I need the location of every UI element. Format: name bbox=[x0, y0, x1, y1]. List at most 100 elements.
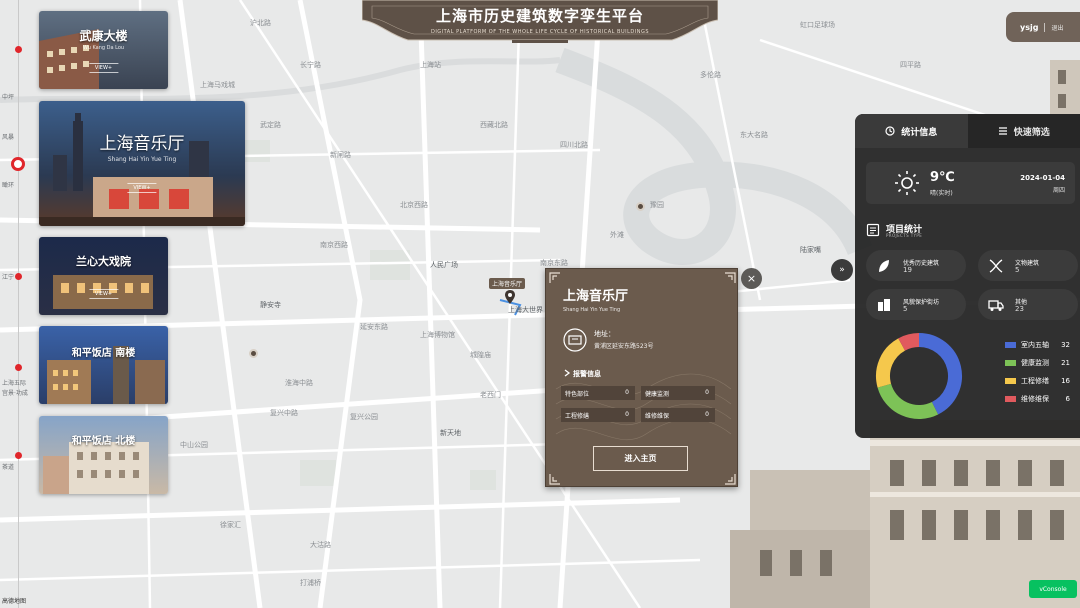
address-value: 黄浦区延安东路523号 bbox=[594, 343, 654, 350]
stat-other[interactable]: 其他 23 bbox=[978, 289, 1078, 320]
legend-item: 工程修缮 16 bbox=[1005, 376, 1080, 386]
user-bar: ysjg 退出 bbox=[1006, 12, 1080, 42]
relic-icon bbox=[989, 259, 1003, 273]
map-label: 新闸路 bbox=[330, 151, 351, 159]
legend-swatch bbox=[1005, 378, 1016, 384]
alarm-item[interactable]: 维修维保 0 bbox=[641, 408, 715, 422]
building-card-peace-hotel-north[interactable]: 和平饭店 北楼 bbox=[39, 416, 168, 494]
map-label: 延安东路 bbox=[360, 323, 388, 331]
map-label: 外滩 bbox=[610, 231, 624, 239]
stat-value: 5 bbox=[903, 305, 908, 313]
alarm-item-value: 0 bbox=[625, 389, 629, 396]
building-card-peace-hotel-south[interactable]: 和平饭店 南楼 bbox=[39, 326, 168, 404]
alarm-item-value: 0 bbox=[625, 411, 629, 418]
map-label: 东大名路 bbox=[740, 131, 768, 139]
alarm-item-value: 0 bbox=[705, 389, 709, 396]
card-title: 兰心大戏院 bbox=[76, 255, 131, 268]
tab-stats-label: 统计信息 bbox=[901, 127, 938, 138]
map-label: 老西门 bbox=[480, 391, 501, 399]
enter-homepage-button[interactable]: 进入主页 bbox=[593, 446, 688, 471]
vconsole-button[interactable]: vConsole bbox=[1029, 580, 1077, 598]
stat-excellent-historic[interactable]: 优秀历史建筑 19 bbox=[866, 250, 966, 281]
map-label: 北京西路 bbox=[400, 201, 428, 209]
legend-label: 健康监测 bbox=[1021, 359, 1049, 367]
map-marker[interactable] bbox=[249, 349, 258, 358]
stat-value: 23 bbox=[1015, 305, 1024, 313]
timeline-side-label: 瞰环 bbox=[2, 182, 15, 189]
card-view-button[interactable]: VIEW+ bbox=[88, 63, 119, 73]
card-title: 武康大楼 bbox=[79, 29, 128, 43]
map-label: 徐家汇 bbox=[220, 521, 241, 529]
tab-filter[interactable]: 快速筛选 bbox=[967, 114, 1080, 148]
map-marker[interactable] bbox=[636, 202, 645, 211]
tab-filter-label: 快速筛选 bbox=[1013, 127, 1050, 138]
legend-value: 21 bbox=[1061, 359, 1070, 367]
timeline-dot-active[interactable] bbox=[11, 157, 25, 171]
logout-button[interactable]: 退出 bbox=[1051, 23, 1063, 32]
building-thumbnail bbox=[47, 346, 165, 404]
weather-date: 2024-01-04 bbox=[1020, 174, 1065, 182]
map-label: 中山公园 bbox=[180, 441, 208, 449]
map-label: 豫园 bbox=[650, 201, 664, 209]
legend-label: 维修维保 bbox=[1021, 395, 1049, 403]
address-label: 地址： bbox=[594, 330, 615, 338]
stat-value: 5 bbox=[1015, 266, 1020, 274]
donut-slice-0 bbox=[918, 333, 962, 415]
legend-value: 16 bbox=[1061, 377, 1070, 385]
timeline-dot[interactable] bbox=[15, 452, 22, 459]
legend-item: 健康监测 21 bbox=[1005, 358, 1080, 368]
section-subtitle: PROJECTS TYPE bbox=[886, 233, 923, 238]
timeline-dot[interactable] bbox=[15, 46, 22, 53]
weather-temp: 9℃ bbox=[930, 170, 955, 185]
alarm-title: 报警信息 bbox=[573, 370, 601, 378]
stat-name: 风貌保护街坊 bbox=[903, 299, 940, 306]
card-title: 和平饭店 北楼 bbox=[71, 436, 136, 447]
building-card-lyceum[interactable]: 兰心大戏院 VIEW+ bbox=[39, 237, 168, 315]
app-subtitle: DIGITAL PLATFORM OF THE WHOLE LIFE CYCLE… bbox=[430, 29, 650, 35]
card-view-button[interactable]: VIEW+ bbox=[88, 289, 119, 299]
card-title: 和平饭店 南楼 bbox=[71, 348, 136, 359]
alarm-item[interactable]: 特色部位 0 bbox=[561, 386, 635, 400]
card-view-button[interactable]: VIEW+ bbox=[127, 183, 157, 193]
panel-tabs: 统计信息 快速筛选 bbox=[855, 114, 1080, 148]
map-label: 南京东路 bbox=[540, 259, 568, 267]
map-label: 静安寺 bbox=[260, 301, 281, 309]
map-label: 沪北路 bbox=[250, 19, 271, 27]
map-label: 长宁路 bbox=[300, 61, 321, 69]
alarm-item[interactable]: 工程修缮 0 bbox=[561, 408, 635, 422]
timeline-side-label: 风暴 bbox=[2, 134, 15, 141]
truck-icon bbox=[988, 300, 1004, 311]
map-label: 四平路 bbox=[900, 61, 921, 69]
timeline-side-label: 上海五际 bbox=[2, 380, 27, 387]
timeline-side-label: 茶道 bbox=[2, 464, 15, 471]
stats-panel: 统计信息 快速筛选 9℃ 晴(实时) 2024-01-04 周四 项目统计 PR… bbox=[855, 114, 1080, 438]
building-thumbnail bbox=[39, 113, 245, 226]
legend-label: 工程修缮 bbox=[1021, 377, 1049, 385]
donut-slice-2 bbox=[876, 338, 906, 388]
map-label: 复兴公园 bbox=[350, 413, 378, 421]
timeline-side-label: 中坪 bbox=[2, 94, 15, 101]
alarm-item[interactable]: 健康监测 0 bbox=[641, 386, 715, 400]
building-thumbnail bbox=[53, 275, 153, 309]
donut-slice-3 bbox=[898, 333, 920, 351]
timeline-dot[interactable] bbox=[15, 364, 22, 371]
user-name[interactable]: ysjg bbox=[1020, 23, 1038, 32]
building-card-concert-hall[interactable]: 上海音乐厅 Shang Hai Yin Yue Ting VIEW+ bbox=[39, 101, 245, 226]
tab-stats[interactable]: 统计信息 bbox=[855, 114, 968, 148]
timeline-line bbox=[18, 0, 19, 608]
building-card-wukang[interactable]: 武康大楼 Wu Kang Da Lou VIEW+ bbox=[39, 11, 168, 89]
divider bbox=[1044, 22, 1046, 32]
card-title: 上海音乐厅 bbox=[99, 134, 185, 154]
timeline-dot[interactable] bbox=[15, 273, 22, 280]
timeline-side-label: 江宁 bbox=[2, 274, 15, 281]
alarm-item-label: 维修维保 bbox=[645, 412, 670, 420]
stat-heritage[interactable]: 文物建筑 5 bbox=[978, 250, 1078, 281]
popup-close-button[interactable]: × bbox=[741, 268, 762, 289]
building-photo bbox=[1050, 60, 1080, 120]
location-card-icon bbox=[563, 328, 587, 352]
stat-protected-block[interactable]: 风貌保护街坊 5 bbox=[866, 289, 966, 320]
weather-weekday: 周四 bbox=[1052, 187, 1065, 194]
location-pin-icon[interactable] bbox=[505, 290, 515, 304]
popup-subtitle: Shang Hai Yin Yue Ting bbox=[563, 307, 621, 313]
panel-toggle-button[interactable]: » bbox=[831, 259, 853, 281]
